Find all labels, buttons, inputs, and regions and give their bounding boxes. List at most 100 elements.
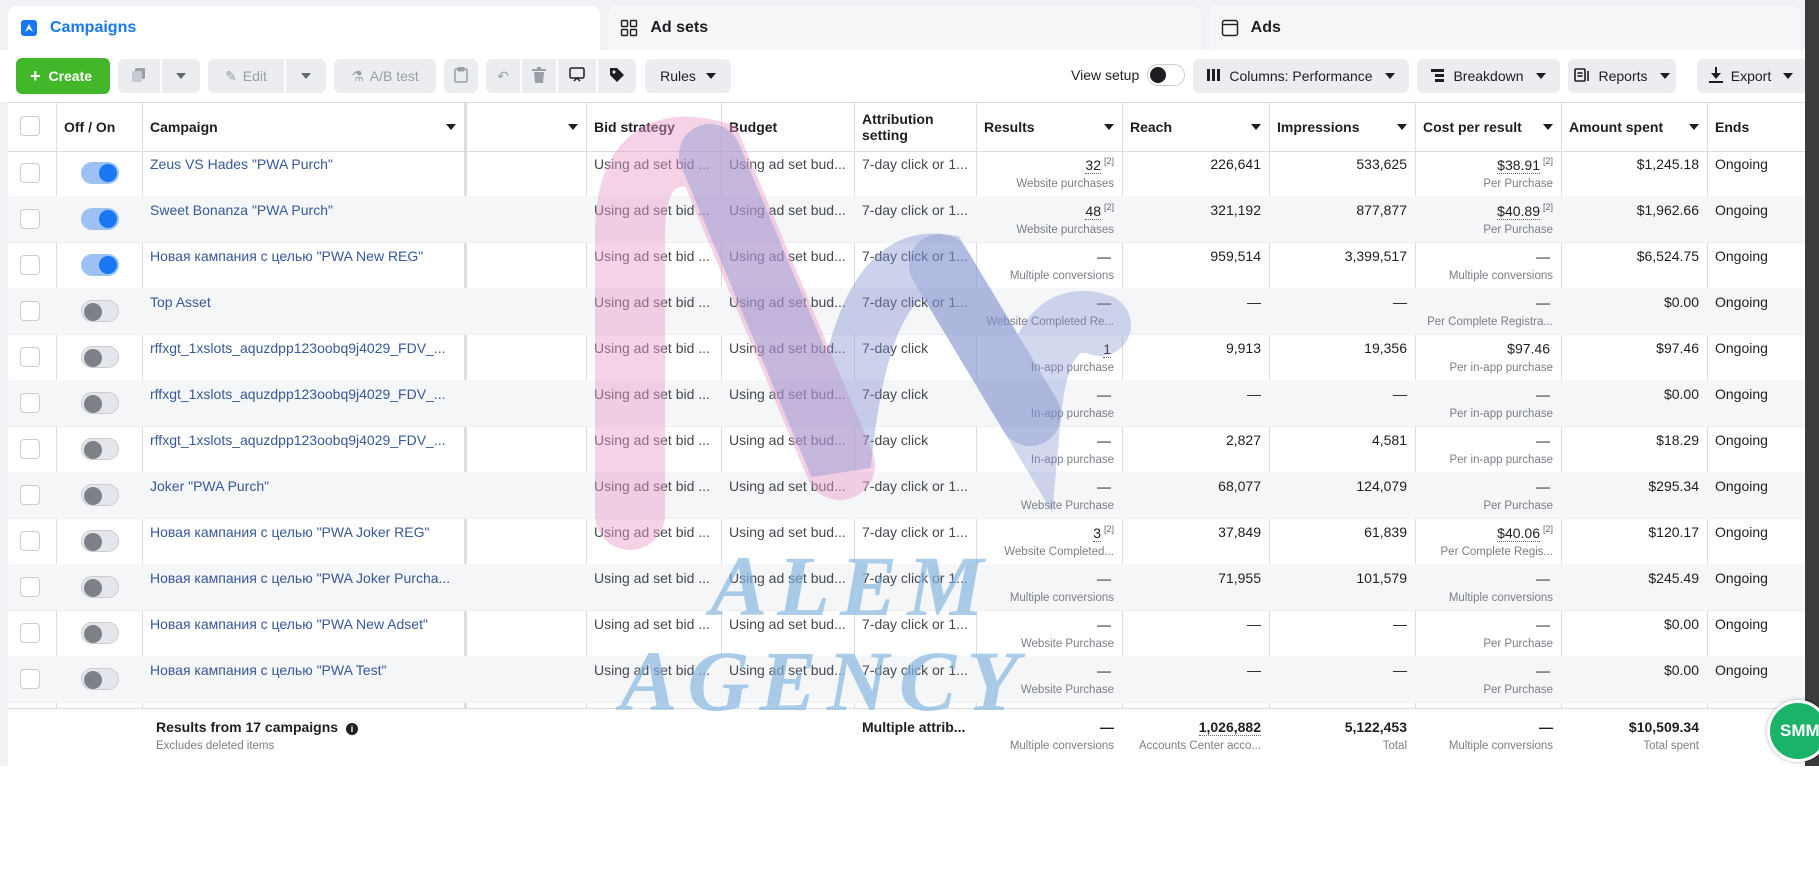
rules-button[interactable]: Rules: [645, 59, 731, 93]
header-reach[interactable]: Reach: [1122, 103, 1269, 151]
tab-campaigns[interactable]: Campaigns: [8, 6, 601, 50]
table-row[interactable]: Joker "PWA Purch" Using ad set bid ... Usi…: [8, 472, 1805, 519]
attribution-cell: 7-day click or 1...: [862, 616, 968, 632]
reports-label: Reports: [1598, 68, 1648, 84]
campaign-name-link[interactable]: Новая кампания с целью "PWA Joker REG": [150, 524, 429, 540]
tab-ads[interactable]: Ads: [1208, 6, 1801, 50]
table-row[interactable]: rffxgt_1xslots_aquzdpp123oobq9j4029_FDV_…: [8, 426, 1805, 473]
totals-reach[interactable]: 1,026,882: [1198, 719, 1261, 736]
tag-button[interactable]: [598, 59, 636, 93]
campaign-toggle[interactable]: [81, 622, 119, 644]
table-row[interactable]: Zeus VS Hades "PWA Purch" Using ad set bi…: [8, 150, 1805, 197]
campaign-name-link[interactable]: Joker "PWA Purch": [150, 478, 269, 494]
header-campaign[interactable]: Campaign: [142, 103, 464, 151]
campaign-name-link[interactable]: Sweet Bonanza "PWA Purch": [150, 202, 333, 218]
campaign-toggle[interactable]: [81, 346, 119, 368]
campaign-toggle[interactable]: [81, 208, 119, 230]
bid-strategy-cell: Using ad set bid ...: [594, 616, 710, 632]
campaign-toggle[interactable]: [81, 484, 119, 506]
table-row[interactable]: Новая кампания с целью "PWA Test" Using a…: [8, 656, 1805, 703]
table-row[interactable]: rffxgt_1xslots_aquzdpp123oobq9j4029_FDV_…: [8, 380, 1805, 427]
duplicate-dropdown[interactable]: [162, 59, 200, 93]
row-checkbox[interactable]: [20, 439, 40, 459]
campaign-name-link[interactable]: rffxgt_1xslots_aquzdpp123oobq9j4029_FDV_…: [150, 432, 446, 448]
view-setup-toggle[interactable]: [1147, 64, 1185, 86]
campaign-name-link[interactable]: Новая кампания с целью "PWA Test": [150, 662, 386, 678]
plus-icon: +: [29, 65, 41, 86]
table-row[interactable]: Top Asset Using ad set bid ... Using ad se…: [8, 288, 1805, 335]
table-row[interactable]: Sweet Bonanza "PWA Purch" Using ad set bi…: [8, 196, 1805, 243]
table-row[interactable]: rffxgt_1xslots_aquzdpp123oobq9j4029_FDV_…: [8, 334, 1805, 381]
row-checkbox[interactable]: [20, 163, 40, 183]
campaign-name-link[interactable]: rffxgt_1xslots_aquzdpp123oobq9j4029_FDV_…: [150, 386, 446, 402]
campaign-name-link[interactable]: Новая кампания с целью "PWA Joker Purcha…: [150, 570, 450, 586]
row-checkbox[interactable]: [20, 209, 40, 229]
clipboard-button[interactable]: [444, 59, 478, 93]
campaign-toggle[interactable]: [81, 530, 119, 552]
campaign-toggle[interactable]: [81, 392, 119, 414]
columns-button[interactable]: Columns: Performance: [1193, 59, 1409, 93]
header-impressions[interactable]: Impressions: [1269, 103, 1415, 151]
campaign-name-link[interactable]: Zeus VS Hades "PWA Purch": [150, 156, 333, 172]
amount-spent-cell: $0.00: [1663, 294, 1699, 310]
header-attribution[interactable]: Attribution setting: [854, 103, 976, 151]
row-checkbox[interactable]: [20, 531, 40, 551]
campaign-toggle[interactable]: [81, 300, 119, 322]
header-blank[interactable]: [467, 103, 586, 151]
export-button[interactable]: Export: [1697, 59, 1805, 93]
header-budget[interactable]: Budget: [721, 103, 854, 151]
row-checkbox[interactable]: [20, 669, 40, 689]
reports-button[interactable]: Reports: [1568, 59, 1676, 93]
ends-cell: Ongoing: [1715, 156, 1768, 172]
row-checkbox[interactable]: [20, 485, 40, 505]
campaign-name-link[interactable]: Новая кампания с целью "PWA New REG": [150, 248, 423, 264]
campaign-name-link[interactable]: rffxgt_1xslots_aquzdpp123oobq9j4029_FDV_…: [150, 340, 446, 356]
toggle-knob: [84, 395, 102, 413]
header-cost-per-result[interactable]: Cost per result: [1415, 103, 1561, 151]
table-row[interactable]: Новая кампания с целью "PWA New Adset" Us…: [8, 610, 1805, 657]
row-checkbox[interactable]: [20, 347, 40, 367]
header-amount-spent[interactable]: Amount spent: [1561, 103, 1707, 151]
header-bid-strategy[interactable]: Bid strategy: [586, 103, 721, 151]
row-checkbox[interactable]: [20, 393, 40, 413]
header-results[interactable]: Results: [976, 103, 1122, 151]
row-checkbox[interactable]: [20, 301, 40, 321]
attribution-cell: 7-day click or 1...: [862, 524, 968, 540]
results-value: —: [1097, 386, 1111, 403]
edit-button[interactable]: ✎ Edit: [208, 59, 284, 93]
select-all-checkbox[interactable]: [20, 116, 40, 136]
delete-button[interactable]: [522, 59, 556, 93]
undo-button[interactable]: ↶: [486, 59, 520, 93]
breakdown-button[interactable]: Breakdown: [1417, 59, 1560, 93]
header-ends[interactable]: Ends: [1707, 103, 1805, 151]
results-value: —: [1097, 616, 1111, 633]
table-row[interactable]: Новая кампания с целью "PWA Joker REG" Us…: [8, 518, 1805, 565]
campaign-toggle[interactable]: [81, 576, 119, 598]
vertical-scrollbar[interactable]: [1805, 0, 1819, 766]
duplicate-button[interactable]: [118, 59, 160, 93]
attribution-cell: 7-day click or 1...: [862, 570, 968, 586]
info-icon[interactable]: i: [345, 723, 358, 735]
results-value: —: [1097, 294, 1111, 311]
row-checkbox[interactable]: [20, 577, 40, 597]
row-checkbox[interactable]: [20, 623, 40, 643]
cpr-type: Per Purchase: [1483, 499, 1553, 512]
campaign-toggle[interactable]: [81, 668, 119, 690]
campaign-toggle[interactable]: [81, 438, 119, 460]
campaign-name-link[interactable]: Top Asset: [150, 294, 211, 310]
cpr-value: —: [1536, 432, 1550, 449]
row-checkbox[interactable]: [20, 255, 40, 275]
table-row[interactable]: Новая кампания с целью "PWA New REG" Usin…: [8, 242, 1805, 289]
duplicate-icon: [131, 67, 147, 86]
campaign-toggle[interactable]: [81, 254, 119, 276]
reach-cell: —: [1247, 386, 1261, 402]
campaign-name-link[interactable]: Новая кампания с целью "PWA New Adset": [150, 616, 428, 632]
campaign-toggle[interactable]: [81, 162, 119, 184]
ab-test-button[interactable]: ⚗ A/B test: [334, 59, 436, 93]
create-button[interactable]: + Create: [16, 58, 110, 94]
tab-ad-sets[interactable]: Ad sets: [608, 6, 1201, 50]
preview-button[interactable]: [558, 59, 596, 93]
amount-spent-cell: $245.49: [1648, 570, 1699, 586]
edit-dropdown[interactable]: [286, 59, 326, 93]
table-row[interactable]: Новая кампания с целью "PWA Joker Purcha…: [8, 564, 1805, 611]
